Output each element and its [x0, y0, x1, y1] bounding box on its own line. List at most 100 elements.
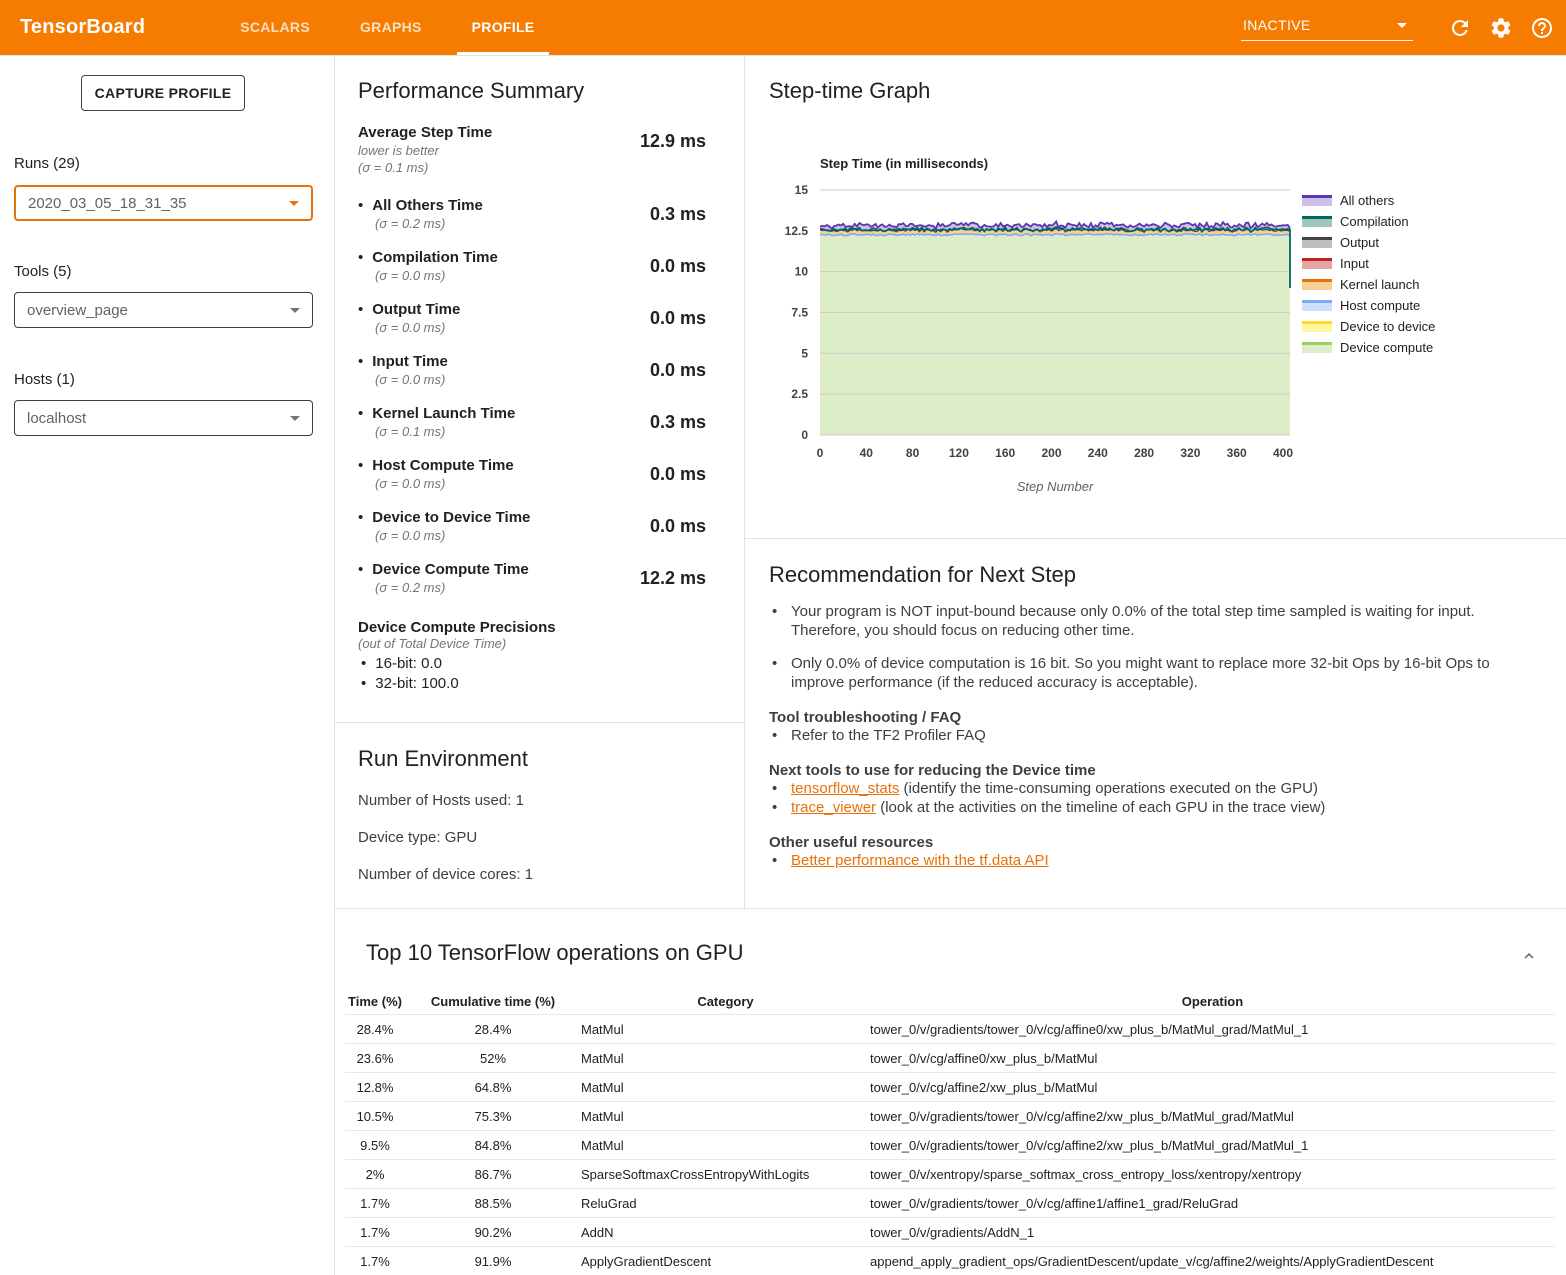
- collapse-chevron-up-icon[interactable]: [1520, 947, 1538, 965]
- metric-label: Average Step Time: [358, 124, 492, 141]
- hosts-label: Hosts (1): [14, 371, 75, 388]
- metric-row: •Input Time(σ = 0.0 ms) 0.0 ms: [358, 353, 706, 388]
- bullet-icon: •: [358, 509, 363, 526]
- metric-labels: •Host Compute Time(σ = 0.0 ms): [358, 457, 514, 492]
- chevron-down-icon: [1397, 23, 1407, 28]
- legend-label: Device to device: [1340, 319, 1435, 334]
- table-cell: 88.5%: [405, 1196, 581, 1211]
- svg-text:Step Time (in milliseconds): Step Time (in milliseconds): [820, 156, 988, 171]
- svg-text:80: 80: [906, 446, 920, 460]
- column-header: Cumulative time (%): [405, 994, 581, 1009]
- bullet-icon: •: [358, 249, 363, 266]
- metric-value: 0.0 ms: [650, 353, 706, 388]
- metric-value: 12.9 ms: [640, 124, 706, 176]
- metric-row: •All Others Time(σ = 0.2 ms)0.3 ms: [358, 197, 706, 232]
- tab-graphs[interactable]: GRAPHS: [335, 0, 447, 55]
- tools-dropdown[interactable]: overview_page: [14, 292, 313, 328]
- metric-row: •Device to Device Time(σ = 0.0 ms)0.0 ms: [358, 509, 706, 544]
- legend-item-input: Input: [1302, 253, 1435, 274]
- recommendation-sublist: Better performance with the tf.data API: [769, 851, 1535, 870]
- precision-item: 16-bit: 0.0: [358, 654, 706, 674]
- table-row: 1.7%88.5%ReluGradtower_0/v/gradients/tow…: [345, 1189, 1555, 1218]
- recommendation-link[interactable]: tensorflow_stats: [791, 780, 899, 797]
- table-row: 9.5%84.8%MatMultower_0/v/gradients/tower…: [345, 1131, 1555, 1160]
- refresh-icon[interactable]: [1448, 16, 1472, 40]
- metric-label-line: •Device Compute Time: [358, 561, 529, 579]
- table-cell: SparseSoftmaxCrossEntropyWithLogits: [581, 1167, 870, 1182]
- metric-row: •Kernel Launch Time(σ = 0.1 ms)0.3 ms: [358, 405, 706, 440]
- precision-item: 32-bit: 100.0: [358, 674, 706, 694]
- legend-swatch-icon: [1302, 195, 1332, 206]
- legend-swatch-icon: [1302, 279, 1332, 290]
- table-cell: 90.2%: [405, 1225, 581, 1240]
- hosts-dropdown[interactable]: localhost: [14, 400, 313, 436]
- legend-item-device-to-device: Device to device: [1302, 316, 1435, 337]
- tab-scalars[interactable]: SCALARS: [215, 0, 335, 55]
- top-ops-section: Top 10 TensorFlow operations on GPU Time…: [335, 909, 1566, 1275]
- metric-value: 0.0 ms: [650, 301, 706, 336]
- metric-label-line: • Compilation Time: [358, 249, 498, 267]
- metric-labels: •Kernel Launch Time(σ = 0.1 ms): [358, 405, 515, 440]
- metric-label-line: Average Step Time: [358, 124, 492, 142]
- metric-sigma: (σ = 0.0 ms): [375, 527, 530, 544]
- metric-row: •Device Compute Time(σ = 0.2 ms)12.2 ms: [358, 561, 706, 596]
- table-cell: 9.5%: [345, 1138, 405, 1153]
- metric-label: Host Compute Time: [372, 457, 513, 474]
- metric-labels: • Compilation Time(σ = 0.0 ms): [358, 249, 498, 284]
- table-cell: tower_0/v/xentropy/sparse_softmax_cross_…: [870, 1167, 1555, 1182]
- chevron-down-icon: [290, 416, 300, 421]
- metric-label: Compilation Time: [372, 249, 498, 266]
- table-cell: MatMul: [581, 1138, 870, 1153]
- legend-label: Input: [1340, 256, 1369, 271]
- help-icon[interactable]: [1530, 16, 1554, 40]
- metric-label-line: •Input Time: [358, 353, 448, 371]
- metric-value: 0.0 ms: [650, 509, 706, 544]
- recommendation-title: Recommendation for Next Step: [769, 562, 1535, 588]
- svg-text:120: 120: [949, 446, 969, 460]
- metric-labels: •Input Time(σ = 0.0 ms): [358, 353, 448, 388]
- svg-text:0: 0: [817, 446, 824, 460]
- svg-text:0: 0: [801, 428, 808, 442]
- env-line: Number of device cores: 1: [358, 866, 706, 883]
- table-cell: 64.8%: [405, 1080, 581, 1095]
- table-cell: 52%: [405, 1051, 581, 1066]
- env-line: Number of Hosts used: 1: [358, 792, 706, 809]
- table-cell: tower_0/v/cg/affine2/xw_plus_b/MatMul: [870, 1080, 1555, 1095]
- recommendation-link[interactable]: Better performance with the tf.data API: [791, 852, 1049, 869]
- graph-section-divider: [745, 538, 1566, 539]
- table-row: 23.6%52%MatMultower_0/v/cg/affine0/xw_pl…: [345, 1044, 1555, 1073]
- table-cell: 10.5%: [345, 1109, 405, 1124]
- column-header: Operation: [870, 994, 1555, 1009]
- recommendation-item-text: (identify the time-consuming operations …: [899, 780, 1318, 797]
- table-row: 2%86.7%SparseSoftmaxCrossEntropyWithLogi…: [345, 1160, 1555, 1189]
- bullet-icon: •: [358, 457, 363, 474]
- tab-profile[interactable]: PROFILE: [447, 0, 560, 55]
- tools-label: Tools (5): [14, 263, 72, 280]
- recommendation-item: Better performance with the tf.data API: [769, 851, 1535, 870]
- metric-sigma: (σ = 0.0 ms): [375, 267, 498, 284]
- table-cell: ApplyGradientDescent: [581, 1254, 870, 1269]
- capture-profile-button[interactable]: CAPTURE PROFILE: [81, 75, 245, 111]
- table-cell: 91.9%: [405, 1254, 581, 1269]
- recommendation-sublist: Refer to the TF2 Profiler FAQ: [769, 726, 1535, 745]
- table-row: 1.7%91.9%ApplyGradientDescentappend_appl…: [345, 1247, 1555, 1275]
- table-cell: 28.4%: [345, 1022, 405, 1037]
- svg-text:240: 240: [1088, 446, 1108, 460]
- legend-label: Host compute: [1340, 298, 1420, 313]
- svg-text:360: 360: [1227, 446, 1247, 460]
- legend-swatch-icon: [1302, 300, 1332, 311]
- column-header: Time (%): [345, 994, 405, 1009]
- chart-legend: All othersCompilationOutputInputKernel l…: [1302, 190, 1435, 358]
- recommendation-item: Refer to the TF2 Profiler FAQ: [769, 726, 1535, 745]
- settings-gear-icon[interactable]: [1489, 16, 1513, 40]
- status-dropdown[interactable]: INACTIVE: [1241, 15, 1413, 41]
- svg-text:7.5: 7.5: [791, 306, 808, 320]
- metric-label: Input Time: [372, 353, 448, 370]
- legend-item-output: Output: [1302, 232, 1435, 253]
- metric-sigma: (σ = 0.1 ms): [375, 423, 515, 440]
- recommendation-link[interactable]: trace_viewer: [791, 799, 876, 816]
- legend-label: Kernel launch: [1340, 277, 1420, 292]
- metric-value: 0.0 ms: [650, 249, 706, 284]
- precisions-title: Device Compute Precisions: [358, 619, 706, 636]
- runs-dropdown[interactable]: 2020_03_05_18_31_35: [14, 185, 313, 221]
